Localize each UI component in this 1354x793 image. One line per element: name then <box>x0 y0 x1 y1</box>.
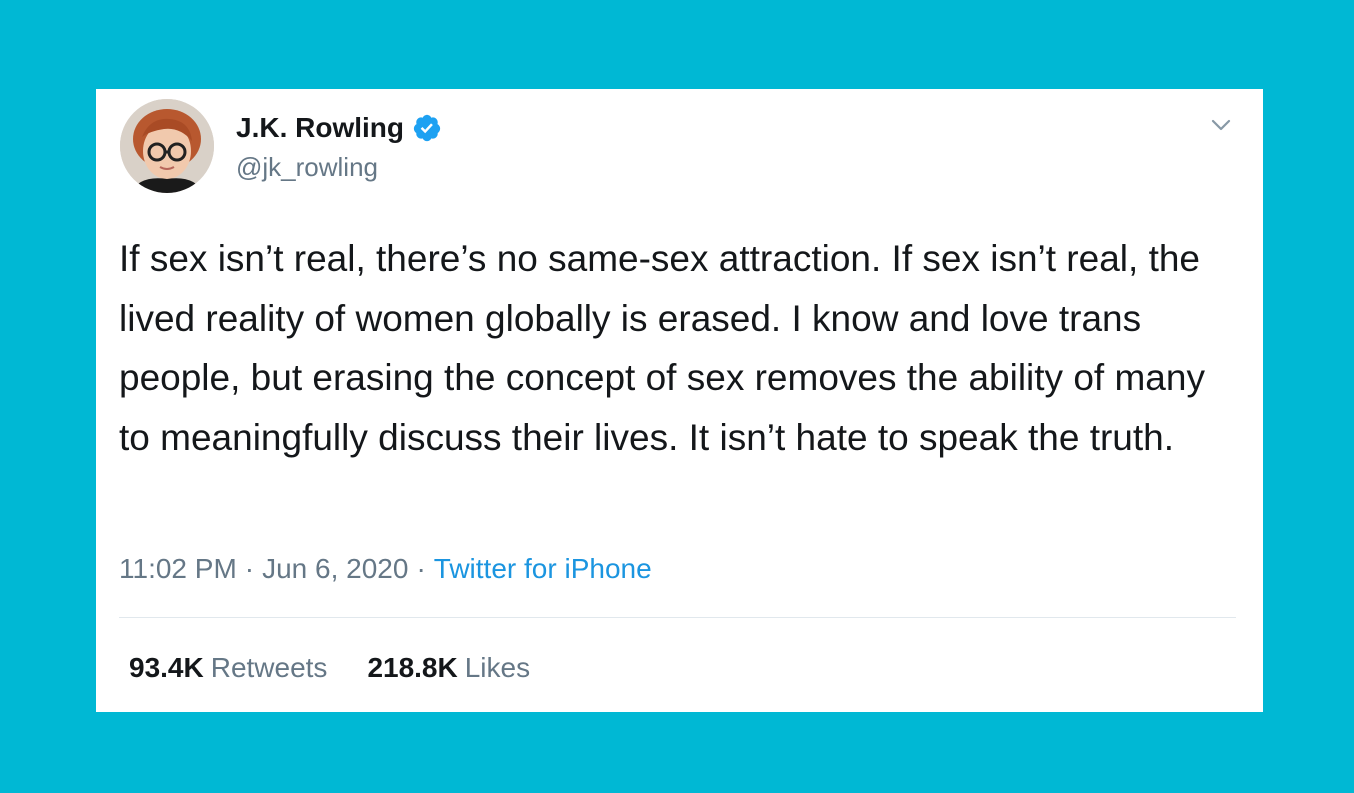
tweet-date[interactable]: Jun 6, 2020 <box>262 553 408 584</box>
author-handle[interactable]: @jk_rowling <box>236 151 378 183</box>
retweets-stat[interactable]: 93.4K Retweets <box>129 650 327 686</box>
tweet-stats: 93.4K Retweets 218.8K Likes <box>129 650 530 686</box>
retweets-label: Retweets <box>210 652 328 683</box>
verified-badge-icon <box>412 113 442 143</box>
divider <box>119 617 1236 618</box>
tweet-source-link[interactable]: Twitter for iPhone <box>434 553 652 584</box>
tweet-time[interactable]: 11:02 PM <box>119 553 237 584</box>
likes-stat[interactable]: 218.8K Likes <box>367 650 530 686</box>
avatar-image <box>120 99 214 193</box>
meta-separator: · <box>244 553 255 584</box>
tweet-card: J.K. Rowling @jk_rowling If sex isn’t re… <box>96 89 1263 712</box>
meta-separator: · <box>416 553 426 584</box>
author-name-row[interactable]: J.K. Rowling <box>236 111 442 145</box>
tweet-meta: 11:02 PM · Jun 6, 2020 · Twitter for iPhone <box>119 551 652 587</box>
tweet-text: If sex isn’t real, there’s no same-sex a… <box>119 238 1205 458</box>
likes-label: Likes <box>464 652 531 683</box>
chevron-down-icon[interactable] <box>1207 111 1235 139</box>
author-display-name[interactable]: J.K. Rowling <box>236 111 404 145</box>
likes-count: 218.8K <box>367 652 458 683</box>
avatar[interactable] <box>120 99 214 193</box>
retweets-count: 93.4K <box>129 652 204 683</box>
